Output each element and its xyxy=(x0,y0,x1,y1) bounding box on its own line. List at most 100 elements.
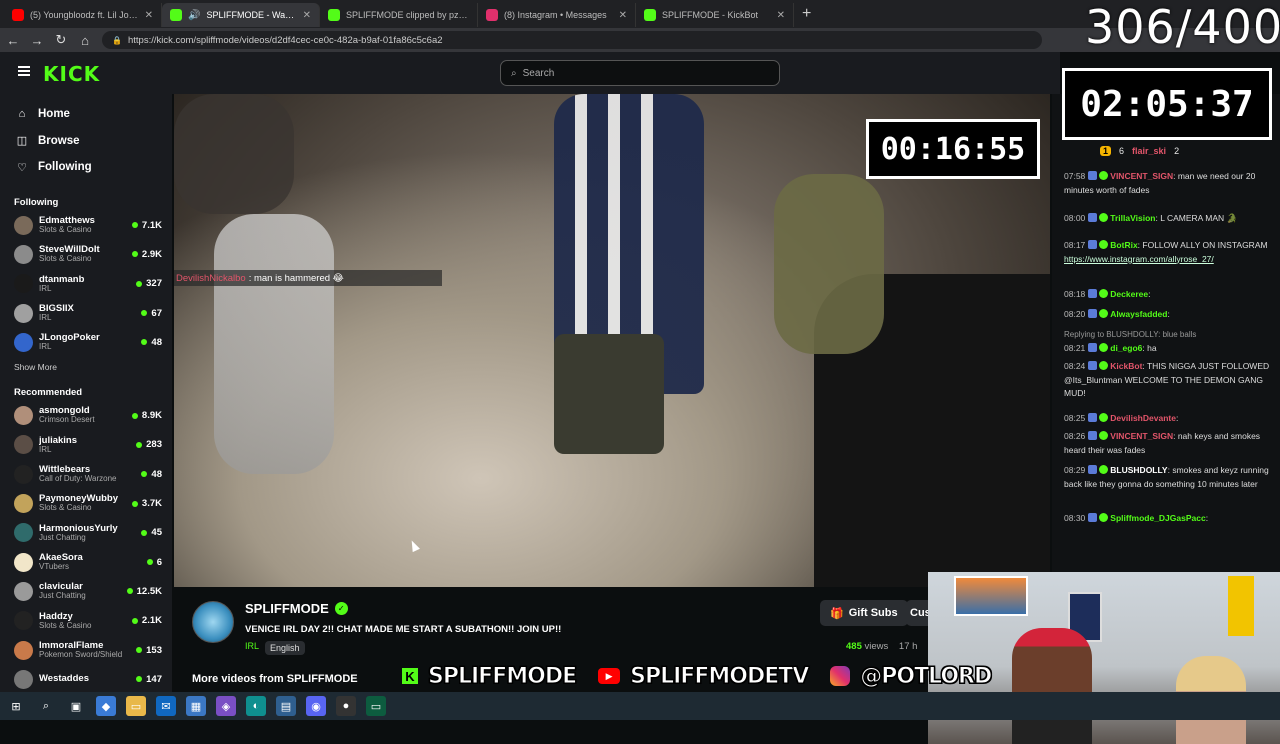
outlook-icon[interactable]: ✉ xyxy=(156,696,176,716)
sidebar-channel[interactable]: SteveWillDoIt Slots & Casino 2.9K xyxy=(0,240,172,269)
live-dot-icon xyxy=(131,222,138,229)
browser-tab[interactable]: (8) Instagram • Messages ✕ xyxy=(478,3,636,27)
gift-icon: 🎁 xyxy=(830,607,844,620)
chat-timestamp: 08:24 xyxy=(1064,361,1086,371)
obs-icon[interactable]: ● xyxy=(336,696,356,716)
channel-name[interactable]: SPLIFFMODE ✓ xyxy=(245,601,348,616)
chat-username[interactable]: Spliffmode_DJGasPacc xyxy=(1110,513,1205,523)
top-navigation: KICK ⌕ Search xyxy=(0,52,1060,94)
speaker-icon[interactable]: 🔊 xyxy=(188,10,200,21)
kick-favicon-icon xyxy=(644,9,656,21)
live-dot-icon xyxy=(141,471,148,478)
close-icon[interactable]: ✕ xyxy=(777,10,785,21)
close-icon[interactable]: ✕ xyxy=(145,10,153,21)
chat-username[interactable]: VINCENT_SIGN xyxy=(1110,431,1173,441)
app-icon[interactable]: ▤ xyxy=(276,696,296,716)
mouse-cursor-icon xyxy=(408,538,420,553)
sidebar-channel[interactable]: Wittlebears Call of Duty: Warzone 48 xyxy=(0,460,172,489)
live-dot-icon xyxy=(141,310,148,317)
browser-tab[interactable]: (5) Youngbloodz ft. Lil Jon - If You ✕ xyxy=(4,3,162,27)
sub-goal-counter: 306/400 xyxy=(1085,0,1280,54)
sidebar-channel[interactable]: Edmatthews Slots & Casino 7.1K xyxy=(0,211,172,240)
sidebar-nav-browse[interactable]: ◫ Browse xyxy=(0,128,172,155)
chat-username[interactable]: Deckeree xyxy=(1110,289,1148,299)
forward-arrow-icon[interactable]: → xyxy=(30,33,44,48)
apps-icon[interactable]: ◈ xyxy=(216,696,236,716)
chat-message: 08:25 DevilishDevante: xyxy=(1064,412,1274,426)
chat-link[interactable]: https://www.instagram.com/allyrose_27/ xyxy=(1064,254,1214,264)
chat-username[interactable]: di_ego6 xyxy=(1110,343,1142,353)
url-field[interactable]: 🔒 https://kick.com/spliffmode/videos/d2d… xyxy=(102,31,1042,49)
channel-meta: BIGSIIX IRL xyxy=(39,304,141,322)
browser-tab-active[interactable]: 🔊 SPLIFFMODE - Watch the VO ✕ xyxy=(162,3,320,27)
sidebar-channel[interactable]: asmongold Crimson Desert 8.9K xyxy=(0,401,172,430)
sidebar-nav-following[interactable]: ♡ Following xyxy=(0,154,172,181)
channel-meta: SteveWillDoIt Slots & Casino xyxy=(39,245,132,263)
chat-username[interactable]: DevilishDevante xyxy=(1110,413,1176,423)
sidebar-nav-home[interactable]: ⌂ Home xyxy=(0,101,172,128)
reply-context: Replying to BLUSHDOLLY: blue balls xyxy=(1064,330,1197,339)
search-input[interactable]: ⌕ Search xyxy=(500,60,780,86)
sidebar-channel[interactable]: AkaeSora VTubers 6 xyxy=(0,547,172,576)
sidebar-channel[interactable]: HarmoniousYurly Just Chatting 45 xyxy=(0,518,172,547)
gift-subs-button[interactable]: 🎁 Gift Subs xyxy=(820,600,908,626)
chat-username[interactable]: TrillaVision xyxy=(1110,213,1155,223)
sidebar-channel[interactable]: clavicular Just Chatting 12.5K xyxy=(0,577,172,606)
close-icon[interactable]: ✕ xyxy=(619,10,627,21)
channel-category: Slots & Casino xyxy=(39,254,92,264)
language-tag[interactable]: English xyxy=(265,641,305,655)
chat-overlay-message: DevilishNickalbo : man is hammered 😂 xyxy=(174,270,442,286)
task-view-icon[interactable]: ▣ xyxy=(66,696,86,716)
channel-avatar xyxy=(14,669,33,689)
new-tab-button[interactable]: + xyxy=(794,5,819,23)
discord-icon[interactable]: ◉ xyxy=(306,696,326,716)
home-icon[interactable]: ⌂ xyxy=(78,33,92,48)
chat-timestamp: 08:21 xyxy=(1064,342,1086,353)
tab-label: SPLIFFMODE clipped by pz_makin xyxy=(346,10,469,20)
channel-avatar[interactable] xyxy=(192,601,234,643)
back-arrow-icon[interactable]: ← xyxy=(6,33,20,48)
chat-username[interactable]: KickBot xyxy=(1110,361,1142,371)
search-icon[interactable]: ⌕ xyxy=(36,696,56,716)
file-explorer-icon[interactable]: ▭ xyxy=(126,696,146,716)
sidebar-channel[interactable]: Haddzy Slots & Casino 2.1K xyxy=(0,606,172,635)
store-icon[interactable]: ▦ xyxy=(186,696,206,716)
sidebar-channel[interactable]: ImmoralFlame Pokemon Sword/Shield 153 xyxy=(0,635,172,664)
browser-tab[interactable]: SPLIFFMODE clipped by pz_makin xyxy=(320,3,478,27)
chat-timestamp: 08:25 xyxy=(1064,413,1086,423)
hamburger-menu-icon[interactable] xyxy=(18,66,30,76)
sidebar-channel[interactable]: PaymoneyWubby Slots & Casino 3.7K xyxy=(0,489,172,518)
reload-icon[interactable]: ↻ xyxy=(54,32,68,48)
start-menu-icon[interactable]: ⊞ xyxy=(6,696,26,716)
sidebar-channel[interactable]: JLongoPoker IRL 48 xyxy=(0,328,172,357)
viewer-count-text: 2.9K xyxy=(141,248,162,260)
kick-taskbar-icon[interactable]: ▭ xyxy=(366,696,386,716)
kick-logo[interactable]: KICK xyxy=(43,62,100,86)
sidebar-channel[interactable]: Westaddes 147 xyxy=(0,665,172,694)
live-dot-icon xyxy=(126,588,133,595)
sidebar-channel[interactable]: juliakins IRL 283 xyxy=(0,430,172,459)
viewer-count: 153 xyxy=(136,645,162,656)
close-icon[interactable]: ✕ xyxy=(303,10,311,21)
instagram-favicon-icon xyxy=(486,9,498,21)
category-tag[interactable]: IRL xyxy=(245,641,259,655)
search-icon: ⌕ xyxy=(511,67,517,79)
copilot-icon[interactable]: ◆ xyxy=(96,696,116,716)
edge-icon[interactable]: ◐ xyxy=(246,696,266,716)
video-figure xyxy=(214,214,334,474)
browse-icon: ◫ xyxy=(16,135,28,148)
kick-logo-icon: K xyxy=(402,668,418,684)
browser-tab[interactable]: SPLIFFMODE - KickBot ✕ xyxy=(636,3,794,27)
viewer-count-text: 153 xyxy=(146,644,162,656)
viewer-count-text: 6 xyxy=(156,556,162,568)
chat-username[interactable]: BLUSHDOLLY xyxy=(1110,465,1167,475)
video-player[interactable]: DevilishNickalbo : man is hammered 😂 00:… xyxy=(174,94,1050,587)
chat-username[interactable]: VINCENT_SIGN xyxy=(1110,171,1173,181)
chat-username[interactable]: BotRix xyxy=(1110,240,1137,250)
video-age: 17 h xyxy=(898,641,918,652)
show-more-link[interactable]: Show More xyxy=(0,362,172,372)
chat-username[interactable]: Alwaysfadded xyxy=(1110,309,1167,319)
sidebar-channel[interactable]: dtanmanb IRL 327 xyxy=(0,269,172,298)
channel-category: Slots & Casino xyxy=(39,224,92,234)
sidebar-channel[interactable]: BIGSIIX IRL 67 xyxy=(0,298,172,327)
